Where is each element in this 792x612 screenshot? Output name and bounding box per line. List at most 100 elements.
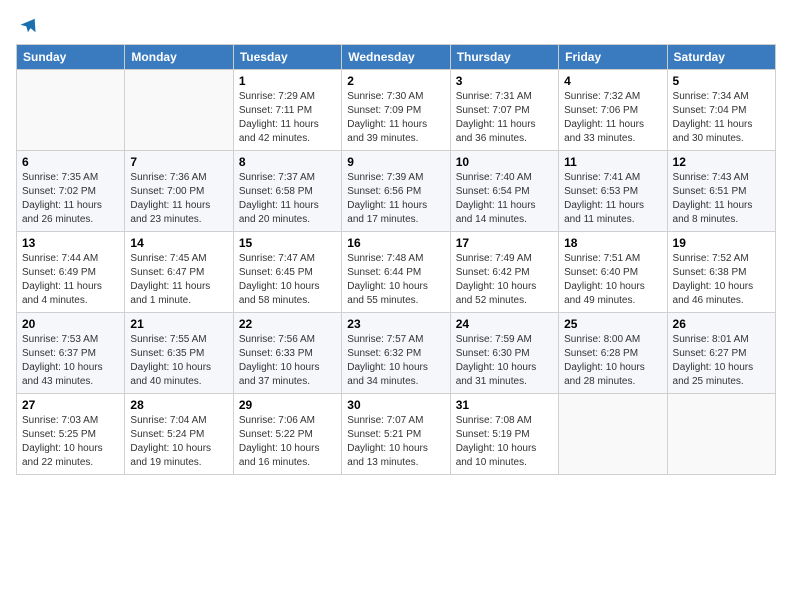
calendar-cell: 13Sunrise: 7:44 AMSunset: 6:49 PMDayligh… xyxy=(17,232,125,313)
day-number: 29 xyxy=(239,398,336,412)
header-row: SundayMondayTuesdayWednesdayThursdayFrid… xyxy=(17,45,776,70)
day-info: Sunrise: 7:59 AMSunset: 6:30 PMDaylight:… xyxy=(456,333,553,389)
logo xyxy=(16,16,38,36)
calendar-week-3: 13Sunrise: 7:44 AMSunset: 6:49 PMDayligh… xyxy=(17,232,776,313)
day-info: Sunrise: 7:08 AMSunset: 5:19 PMDaylight:… xyxy=(456,414,553,470)
calendar-cell: 22 Sunrise: 7:56 AMSunset: 6:33 PMDayligh… xyxy=(233,313,341,394)
day-info: Sunrise: 7:07 AMSunset: 5:21 PMDaylight:… xyxy=(347,414,444,470)
calendar-cell: 18 Sunrise: 7:51 AMSunset: 6:40 PMDayligh… xyxy=(559,232,667,313)
day-number: 18 xyxy=(564,236,661,250)
day-number: 17 xyxy=(456,236,553,250)
day-number: 8 xyxy=(239,155,336,169)
calendar-cell: 19 Sunrise: 7:52 AMSunset: 6:38 PMDayligh… xyxy=(667,232,775,313)
header-wednesday: Wednesday xyxy=(342,45,450,70)
day-info: Sunrise: 7:55 AMSunset: 6:35 PMDaylight:… xyxy=(130,333,227,389)
calendar-cell: 2 Sunrise: 7:30 AMSunset: 7:09 PMDaylight… xyxy=(342,70,450,151)
day-number: 15 xyxy=(239,236,336,250)
day-info: Sunrise: 7:39 AMSunset: 6:56 PMDaylight:… xyxy=(347,171,444,227)
day-info: Sunrise: 7:41 AMSunset: 6:53 PMDaylight:… xyxy=(564,171,661,227)
day-info: Sunrise: 7:49 AMSunset: 6:42 PMDaylight:… xyxy=(456,252,553,308)
day-number: 19 xyxy=(673,236,770,250)
calendar-cell xyxy=(667,394,775,475)
day-number: 3 xyxy=(456,74,553,88)
calendar-cell: 26 Sunrise: 8:01 AMSunset: 6:27 PMDayligh… xyxy=(667,313,775,394)
calendar-cell: 24 Sunrise: 7:59 AMSunset: 6:30 PMDayligh… xyxy=(450,313,558,394)
calendar-cell: 16Sunrise: 7:48 AMSunset: 6:44 PMDayligh… xyxy=(342,232,450,313)
calendar-cell: 17 Sunrise: 7:49 AMSunset: 6:42 PMDayligh… xyxy=(450,232,558,313)
day-info: Sunrise: 7:51 AMSunset: 6:40 PMDaylight:… xyxy=(564,252,661,308)
calendar-week-4: 20 Sunrise: 7:53 AMSunset: 6:37 PMDayligh… xyxy=(17,313,776,394)
calendar-cell: 23 Sunrise: 7:57 AMSunset: 6:32 PMDayligh… xyxy=(342,313,450,394)
calendar-cell: 31 Sunrise: 7:08 AMSunset: 5:19 PMDayligh… xyxy=(450,394,558,475)
calendar-cell: 14 Sunrise: 7:45 AMSunset: 6:47 PMDayligh… xyxy=(125,232,233,313)
day-number: 23 xyxy=(347,317,444,331)
header-thursday: Thursday xyxy=(450,45,558,70)
day-info: Sunrise: 7:45 AMSunset: 6:47 PMDaylight:… xyxy=(130,252,227,308)
calendar-cell: 6 Sunrise: 7:35 AMSunset: 7:02 PMDaylight… xyxy=(17,151,125,232)
day-number: 16 xyxy=(347,236,444,250)
day-number: 28 xyxy=(130,398,227,412)
calendar-cell xyxy=(17,70,125,151)
calendar-cell: 9Sunrise: 7:39 AMSunset: 6:56 PMDaylight… xyxy=(342,151,450,232)
calendar-cell: 27Sunrise: 7:03 AMSunset: 5:25 PMDayligh… xyxy=(17,394,125,475)
day-info: Sunrise: 7:32 AMSunset: 7:06 PMDaylight:… xyxy=(564,90,661,146)
calendar-cell: 1Sunrise: 7:29 AMSunset: 7:11 PMDaylight… xyxy=(233,70,341,151)
day-info: Sunrise: 7:53 AMSunset: 6:37 PMDaylight:… xyxy=(22,333,119,389)
day-number: 4 xyxy=(564,74,661,88)
logo-bird-icon xyxy=(18,16,38,36)
calendar-cell: 29 Sunrise: 7:06 AMSunset: 5:22 PMDayligh… xyxy=(233,394,341,475)
day-number: 30 xyxy=(347,398,444,412)
page-header xyxy=(16,16,776,36)
day-info: Sunrise: 7:52 AMSunset: 6:38 PMDaylight:… xyxy=(673,252,770,308)
day-number: 20 xyxy=(22,317,119,331)
day-number: 13 xyxy=(22,236,119,250)
day-number: 24 xyxy=(456,317,553,331)
day-info: Sunrise: 8:00 AMSunset: 6:28 PMDaylight:… xyxy=(564,333,661,389)
day-number: 27 xyxy=(22,398,119,412)
day-number: 22 xyxy=(239,317,336,331)
day-number: 2 xyxy=(347,74,444,88)
day-number: 10 xyxy=(456,155,553,169)
day-info: Sunrise: 7:37 AMSunset: 6:58 PMDaylight:… xyxy=(239,171,336,227)
calendar-cell: 5Sunrise: 7:34 AMSunset: 7:04 PMDaylight… xyxy=(667,70,775,151)
day-info: Sunrise: 7:30 AMSunset: 7:09 PMDaylight:… xyxy=(347,90,444,146)
day-number: 14 xyxy=(130,236,227,250)
day-info: Sunrise: 7:40 AMSunset: 6:54 PMDaylight:… xyxy=(456,171,553,227)
calendar-cell: 4 Sunrise: 7:32 AMSunset: 7:06 PMDaylight… xyxy=(559,70,667,151)
day-number: 1 xyxy=(239,74,336,88)
day-info: Sunrise: 7:56 AMSunset: 6:33 PMDaylight:… xyxy=(239,333,336,389)
day-info: Sunrise: 7:04 AMSunset: 5:24 PMDaylight:… xyxy=(130,414,227,470)
day-number: 12 xyxy=(673,155,770,169)
header-monday: Monday xyxy=(125,45,233,70)
calendar-week-5: 27Sunrise: 7:03 AMSunset: 5:25 PMDayligh… xyxy=(17,394,776,475)
day-info: Sunrise: 7:36 AMSunset: 7:00 PMDaylight:… xyxy=(130,171,227,227)
calendar-cell: 3 Sunrise: 7:31 AMSunset: 7:07 PMDaylight… xyxy=(450,70,558,151)
day-number: 5 xyxy=(673,74,770,88)
calendar-cell: 12 Sunrise: 7:43 AMSunset: 6:51 PMDayligh… xyxy=(667,151,775,232)
day-info: Sunrise: 7:57 AMSunset: 6:32 PMDaylight:… xyxy=(347,333,444,389)
day-info: Sunrise: 7:31 AMSunset: 7:07 PMDaylight:… xyxy=(456,90,553,146)
header-tuesday: Tuesday xyxy=(233,45,341,70)
day-number: 6 xyxy=(22,155,119,169)
calendar-cell xyxy=(559,394,667,475)
day-number: 31 xyxy=(456,398,553,412)
day-info: Sunrise: 8:01 AMSunset: 6:27 PMDaylight:… xyxy=(673,333,770,389)
day-info: Sunrise: 7:43 AMSunset: 6:51 PMDaylight:… xyxy=(673,171,770,227)
calendar-table: SundayMondayTuesdayWednesdayThursdayFrid… xyxy=(16,44,776,475)
day-info: Sunrise: 7:35 AMSunset: 7:02 PMDaylight:… xyxy=(22,171,119,227)
calendar-body: 1Sunrise: 7:29 AMSunset: 7:11 PMDaylight… xyxy=(17,70,776,475)
day-info: Sunrise: 7:47 AMSunset: 6:45 PMDaylight:… xyxy=(239,252,336,308)
day-number: 26 xyxy=(673,317,770,331)
day-info: Sunrise: 7:06 AMSunset: 5:22 PMDaylight:… xyxy=(239,414,336,470)
calendar-cell: 28 Sunrise: 7:04 AMSunset: 5:24 PMDayligh… xyxy=(125,394,233,475)
header-saturday: Saturday xyxy=(667,45,775,70)
calendar-header: SundayMondayTuesdayWednesdayThursdayFrid… xyxy=(17,45,776,70)
header-sunday: Sunday xyxy=(17,45,125,70)
calendar-cell: 21Sunrise: 7:55 AMSunset: 6:35 PMDayligh… xyxy=(125,313,233,394)
calendar-cell: 25Sunrise: 8:00 AMSunset: 6:28 PMDayligh… xyxy=(559,313,667,394)
day-number: 7 xyxy=(130,155,227,169)
calendar-week-2: 6 Sunrise: 7:35 AMSunset: 7:02 PMDaylight… xyxy=(17,151,776,232)
day-number: 11 xyxy=(564,155,661,169)
calendar-cell: 20 Sunrise: 7:53 AMSunset: 6:37 PMDayligh… xyxy=(17,313,125,394)
calendar-cell xyxy=(125,70,233,151)
